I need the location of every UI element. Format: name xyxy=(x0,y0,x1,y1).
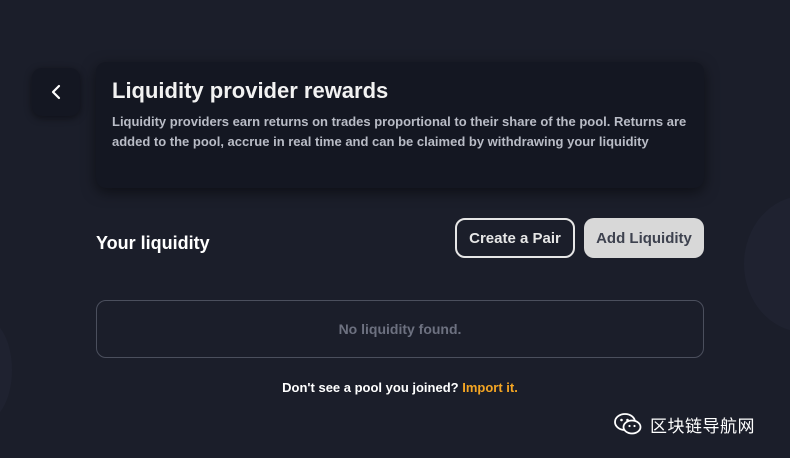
import-link[interactable]: Import it. xyxy=(462,380,518,395)
import-pool-row: Don't see a pool you joined? Import it. xyxy=(96,378,704,398)
watermark: 区块链导航网 xyxy=(614,410,755,438)
create-pair-button[interactable]: Create a Pair xyxy=(455,218,575,258)
empty-message: No liquidity found. xyxy=(338,321,462,337)
card-title: Liquidity provider rewards xyxy=(112,78,389,103)
liquidity-list-empty: No liquidity found. xyxy=(96,300,704,358)
add-liquidity-button[interactable]: Add Liquidity xyxy=(584,218,704,258)
back-button[interactable] xyxy=(32,68,80,116)
wechat-icon xyxy=(614,412,642,436)
import-prompt: Don't see a pool you joined? xyxy=(282,380,459,395)
page: Liquidity provider rewards Liquidity pro… xyxy=(0,0,790,458)
card-description: Liquidity providers earn returns on trad… xyxy=(112,114,687,149)
watermark-text: 区块链导航网 xyxy=(650,416,755,437)
liquidity-rewards-card: Liquidity provider rewards Liquidity pro… xyxy=(96,62,704,188)
your-liquidity-heading: Your liquidity xyxy=(96,233,210,253)
chevron-left-icon xyxy=(49,84,63,100)
background-blob xyxy=(744,196,790,332)
background-blob xyxy=(0,320,12,420)
